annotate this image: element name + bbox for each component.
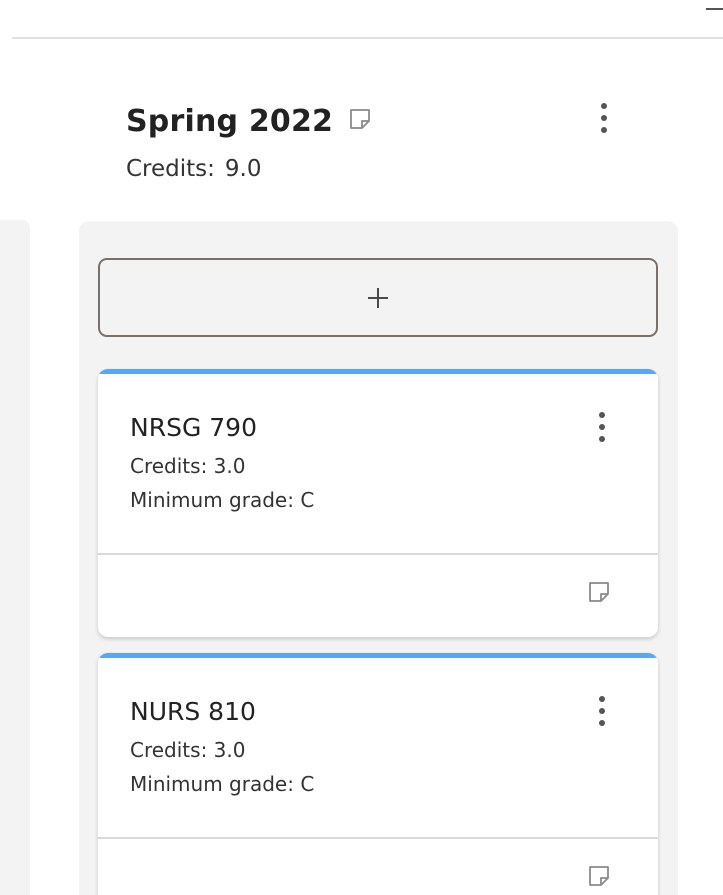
course-card[interactable]: NURS 810 Credits: 3.0 Minimum grade: C xyxy=(98,653,658,895)
kebab-dot xyxy=(599,708,605,714)
kebab-dot xyxy=(601,103,607,109)
kebab-dot xyxy=(601,127,607,133)
plus-icon xyxy=(368,287,388,308)
course-minimum-grade: Minimum grade: C xyxy=(130,488,315,512)
kebab-dot xyxy=(599,696,605,702)
window-minimize-hint xyxy=(706,8,723,10)
sticky-note-icon[interactable] xyxy=(349,108,371,130)
card-divider xyxy=(98,837,658,839)
course-code: NURS 810 xyxy=(130,697,256,726)
course-card[interactable]: NRSG 790 Credits: 3.0 Minimum grade: C xyxy=(98,369,658,637)
course-minimum-grade: Minimum grade: C xyxy=(130,772,315,796)
term-credits: Credits: 9.0 xyxy=(126,154,261,184)
course-card-accent xyxy=(98,369,658,374)
sticky-note-icon[interactable] xyxy=(588,865,610,887)
term-header: Spring 2022 Credits: 9.0 xyxy=(126,102,646,192)
kebab-dot xyxy=(599,720,605,726)
term-title-row: Spring 2022 xyxy=(126,102,371,142)
top-divider xyxy=(12,37,723,39)
term-course-column: + NRSG 790 Credits: 3.0 Minimum grade: C xyxy=(79,221,678,895)
more-vertical-icon[interactable] xyxy=(590,409,614,445)
card-divider xyxy=(98,553,658,555)
more-vertical-icon[interactable] xyxy=(590,693,614,729)
kebab-dot xyxy=(599,436,605,442)
term-credits-value: 9.0 xyxy=(224,156,262,182)
previous-term-column-edge xyxy=(0,220,30,895)
add-course-button[interactable]: + xyxy=(98,258,658,337)
term-title: Spring 2022 xyxy=(126,104,334,139)
course-code: NRSG 790 xyxy=(130,413,257,442)
course-card-accent xyxy=(98,653,658,658)
course-credits: Credits: 3.0 xyxy=(130,454,246,478)
kebab-dot xyxy=(601,115,607,121)
kebab-dot xyxy=(599,424,605,430)
kebab-dot xyxy=(599,412,605,418)
more-vertical-icon[interactable] xyxy=(592,100,616,136)
degree-planner-view: Spring 2022 Credits:9.0 + NR xyxy=(0,0,723,895)
course-credits: Credits: 3.0 xyxy=(130,738,246,762)
sticky-note-icon[interactable] xyxy=(588,581,610,603)
term-credits-label: Credits: xyxy=(126,156,215,182)
